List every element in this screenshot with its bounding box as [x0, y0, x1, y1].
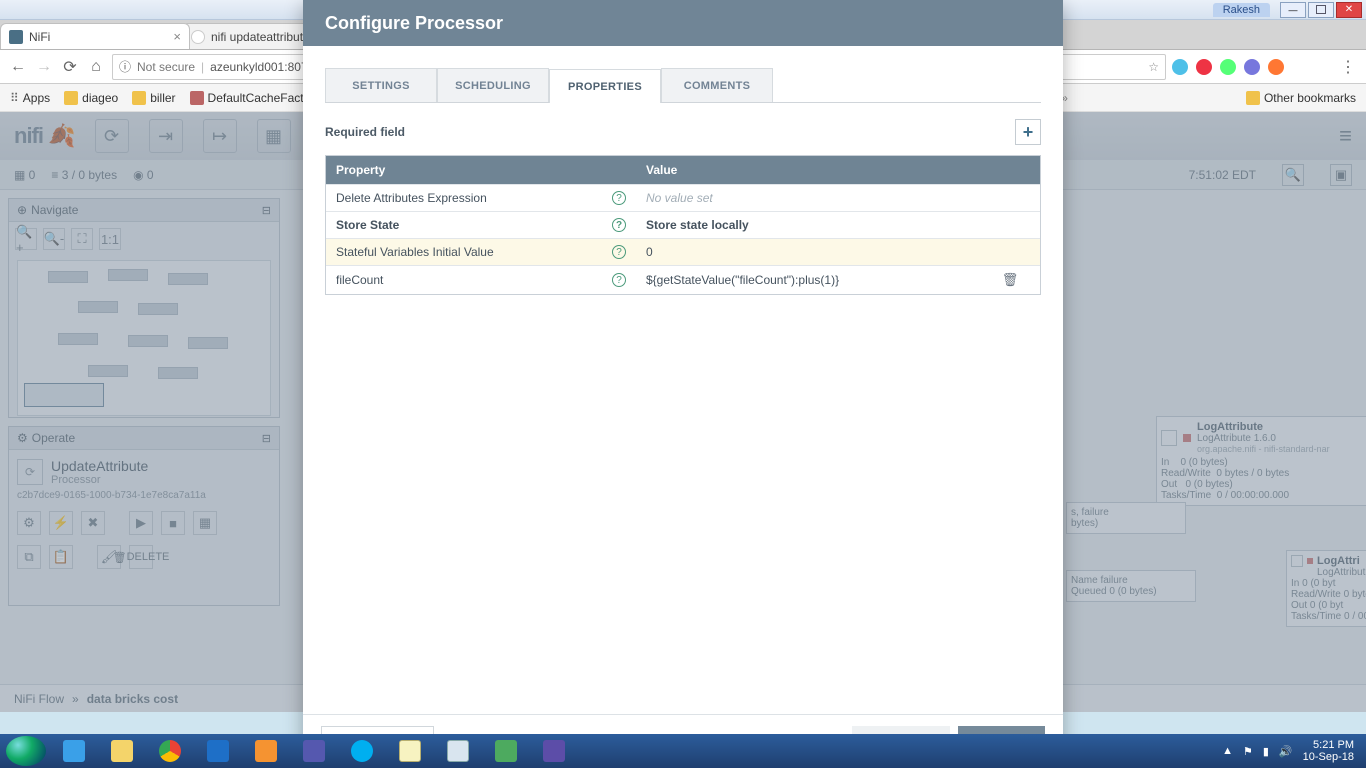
property-row[interactable]: fileCount? ${getStateValue("fileCount"):…	[326, 265, 1040, 294]
window-minimize-button[interactable]	[1280, 2, 1306, 18]
taskbar-app[interactable]	[532, 737, 576, 765]
extensions-row	[1172, 59, 1332, 75]
chrome-menu-button[interactable]: ⋮	[1338, 57, 1358, 77]
tab-settings[interactable]: SETTINGS	[325, 68, 437, 102]
forward-button[interactable]: →	[34, 57, 54, 77]
taskbar-outlook[interactable]	[196, 737, 240, 765]
extension-icon[interactable]	[1268, 59, 1284, 75]
not-secure-label: Not secure	[137, 60, 195, 74]
dialog-title: Configure Processor	[303, 0, 1063, 46]
tray-chevron-icon[interactable]: ▲	[1222, 745, 1233, 757]
close-tab-icon[interactable]: ×	[173, 29, 181, 44]
help-icon[interactable]: ?	[612, 273, 626, 287]
help-icon[interactable]: ?	[612, 218, 626, 232]
configure-processor-dialog: Configure Processor SETTINGS SCHEDULING …	[303, 0, 1063, 768]
add-property-button[interactable]: +	[1015, 119, 1041, 145]
taskbar-chrome[interactable]	[148, 737, 192, 765]
delete-property-icon[interactable]: 🗑	[1002, 272, 1019, 287]
taskbar-ie[interactable]	[52, 737, 96, 765]
property-header: Property	[326, 156, 636, 184]
help-icon[interactable]: ?	[612, 245, 626, 259]
tray-network-icon[interactable]: ▮	[1263, 745, 1269, 758]
property-row[interactable]: Delete Attributes Expression? No value s…	[326, 184, 1040, 211]
extension-icon[interactable]	[1172, 59, 1188, 75]
taskbar-media[interactable]	[244, 737, 288, 765]
tab-label: NiFi	[29, 30, 50, 44]
property-row[interactable]: Stateful Variables Initial Value? 0	[326, 238, 1040, 265]
properties-table: Property Value Delete Attributes Express…	[325, 155, 1041, 295]
value-header: Value	[636, 156, 980, 184]
bookmark-item[interactable]: DefaultCacheFactory	[190, 91, 321, 105]
taskbar-app[interactable]	[484, 737, 528, 765]
window-close-button[interactable]: ✕	[1336, 2, 1362, 18]
bookmark-item[interactable]: diageo	[64, 91, 118, 105]
tray-volume-icon[interactable]: 🔊	[1279, 745, 1293, 758]
apps-shortcut[interactable]: ⠿Apps	[10, 91, 50, 105]
windows-user-badge: Rakesh	[1213, 3, 1270, 17]
tray-flag-icon[interactable]: ⚑	[1243, 745, 1253, 758]
nifi-favicon	[9, 30, 23, 44]
start-button[interactable]	[6, 736, 46, 766]
browser-tab-nifi[interactable]: NiFi ×	[0, 23, 190, 49]
help-icon[interactable]: ?	[612, 191, 626, 205]
extension-icon[interactable]	[1220, 59, 1236, 75]
system-tray[interactable]: ▲ ⚑ ▮ 🔊 5:21 PM10-Sep-18	[1222, 739, 1360, 763]
taskbar-calc[interactable]	[436, 737, 480, 765]
property-row[interactable]: Store State? Store state locally	[326, 211, 1040, 238]
required-field-label: Required field	[325, 125, 405, 139]
back-button[interactable]: ←	[8, 57, 28, 77]
taskbar-explorer[interactable]	[100, 737, 144, 765]
taskbar-teams[interactable]	[292, 737, 336, 765]
tray-clock[interactable]: 5:21 PM10-Sep-18	[1303, 739, 1354, 763]
tab-comments[interactable]: COMMENTS	[661, 68, 773, 102]
tab-properties[interactable]: PROPERTIES	[549, 69, 661, 103]
extension-icon[interactable]	[1196, 59, 1212, 75]
taskbar-notepad[interactable]	[388, 737, 432, 765]
reload-button[interactable]: ⟳	[60, 57, 80, 77]
google-favicon	[191, 30, 205, 44]
dialog-tabs: SETTINGS SCHEDULING PROPERTIES COMMENTS	[325, 68, 1041, 103]
windows-taskbar: ▲ ⚑ ▮ 🔊 5:21 PM10-Sep-18	[0, 734, 1366, 768]
taskbar-skype[interactable]	[340, 737, 384, 765]
other-bookmarks[interactable]: Other bookmarks	[1246, 91, 1356, 105]
tab-scheduling[interactable]: SCHEDULING	[437, 68, 549, 102]
extension-icon[interactable]	[1244, 59, 1260, 75]
window-maximize-button[interactable]	[1308, 2, 1334, 18]
bookmark-item[interactable]: biller	[132, 91, 175, 105]
home-button[interactable]: ⌂	[86, 57, 106, 77]
